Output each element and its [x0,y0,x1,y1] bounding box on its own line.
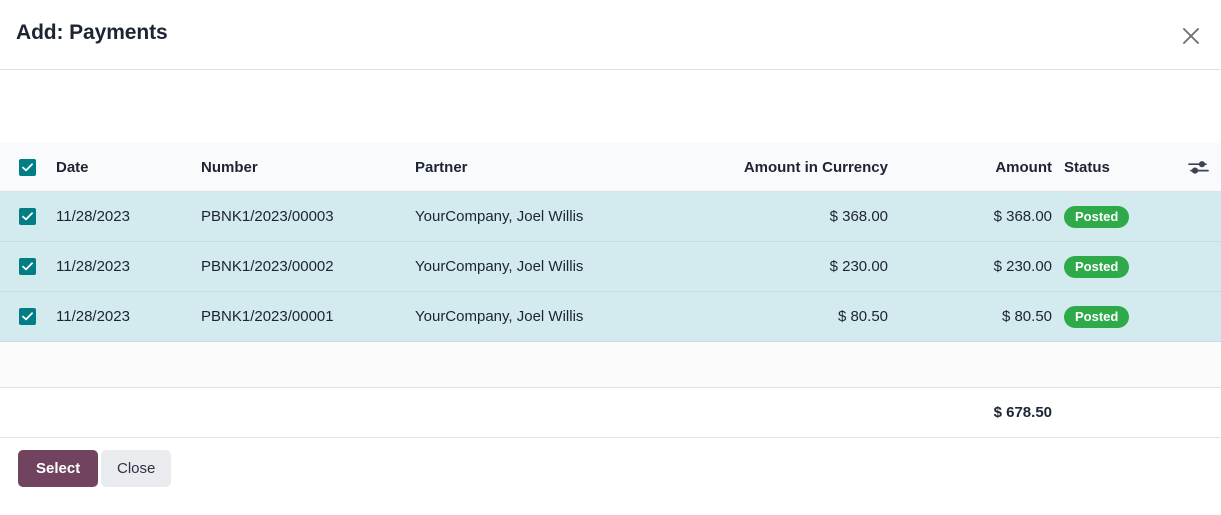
cell-amount-in-currency: $ 368.00 [660,208,888,225]
sliders-icon [1188,159,1209,176]
row-checkbox-cell [19,208,36,225]
cell-amount: $ 368.00 [900,208,1052,225]
row-checkbox[interactable] [19,308,36,325]
cell-date: 11/28/2023 [56,308,130,325]
cell-date: 11/28/2023 [56,208,130,225]
dialog-title-bar: Add: Payments [0,0,1221,70]
cell-partner: YourCompany, Joel Willis [415,258,583,275]
page-title: Add: Payments [16,21,168,45]
total-amount: $ 678.50 [900,404,1052,421]
row-checkbox[interactable] [19,208,36,225]
table-total-row: $ 678.50 [0,388,1221,438]
select-button[interactable]: Select [18,450,98,487]
table-header-row: Date Number Partner Amount in Currency A… [0,143,1221,192]
select-all-checkbox-cell [19,159,36,176]
column-header-number[interactable]: Number [201,159,258,176]
column-header-status[interactable]: Status [1064,159,1110,176]
cancel-button[interactable]: Close [101,450,171,487]
cell-amount: $ 230.00 [900,258,1052,275]
status-badge: Posted [1064,256,1129,278]
cell-number: PBNK1/2023/00001 [201,308,334,325]
table-row[interactable]: 11/28/2023 PBNK1/2023/00001 YourCompany, J… [0,292,1221,342]
cell-amount: $ 80.50 [900,308,1052,325]
column-header-date[interactable]: Date [56,159,89,176]
cell-number: PBNK1/2023/00002 [201,258,334,275]
column-header-amount[interactable]: Amount [900,159,1052,176]
cell-number: PBNK1/2023/00003 [201,208,334,225]
cell-partner: YourCompany, Joel Willis [415,308,583,325]
status-badge: Posted [1064,206,1129,228]
cell-amount-in-currency: $ 230.00 [660,258,888,275]
row-checkbox-cell [19,258,36,275]
cell-amount-in-currency: $ 80.50 [660,308,888,325]
add-payments-dialog: Add: Payments 3 selected ✕ Confirm 1-3 /… [0,0,1221,515]
table-filler-row [0,342,1221,388]
cell-status: Posted [1064,256,1129,278]
select-all-checkbox[interactable] [19,159,36,176]
cell-partner: YourCompany, Joel Willis [415,208,583,225]
cell-status: Posted [1064,206,1129,228]
close-icon[interactable] [1175,20,1207,52]
column-header-amount-in-currency[interactable]: Amount in Currency [660,159,888,176]
table-control-bar: 3 selected ✕ Confirm 1-3 / 3 [0,70,1221,143]
cell-date: 11/28/2023 [56,258,130,275]
table-body: 11/28/2023 PBNK1/2023/00003 YourCompany, J… [0,192,1221,342]
dialog-footer: Select Close [0,438,1221,515]
table-row[interactable]: 11/28/2023 PBNK1/2023/00002 YourCompany, J… [0,242,1221,292]
column-header-partner[interactable]: Partner [415,159,468,176]
column-options-button[interactable] [1188,159,1209,176]
status-badge: Posted [1064,306,1129,328]
cell-status: Posted [1064,306,1129,328]
payments-table: Date Number Partner Amount in Currency A… [0,143,1221,438]
row-checkbox[interactable] [19,258,36,275]
row-checkbox-cell [19,308,36,325]
table-row[interactable]: 11/28/2023 PBNK1/2023/00003 YourCompany, J… [0,192,1221,242]
